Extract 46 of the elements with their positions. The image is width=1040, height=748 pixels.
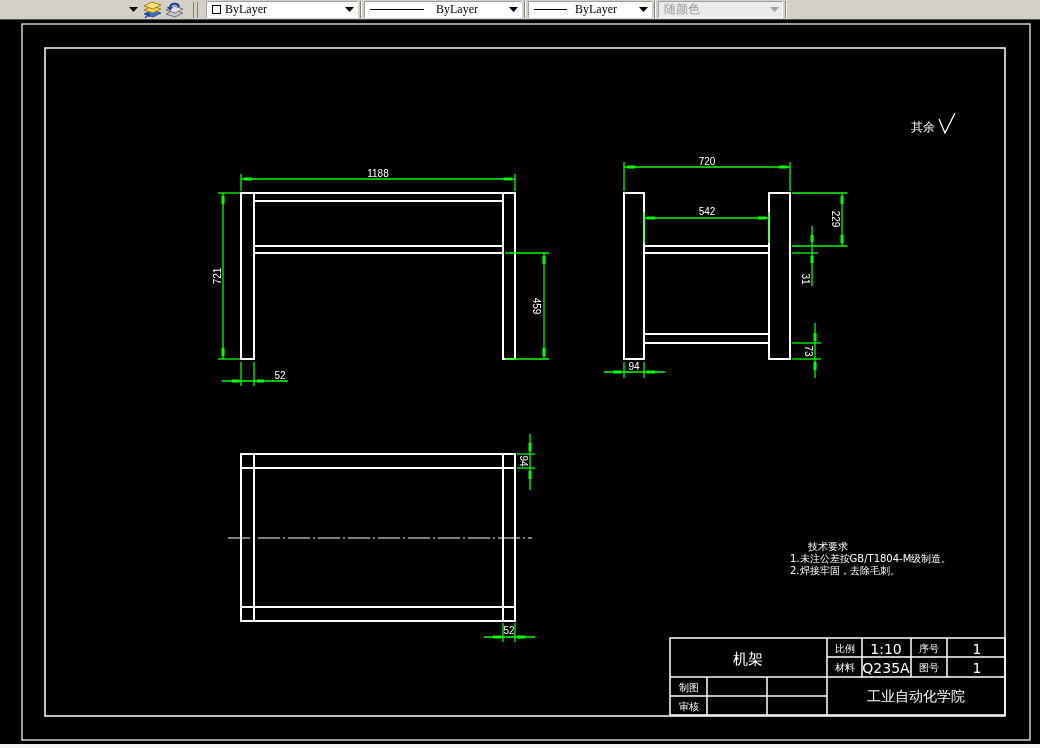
caret-icon <box>770 7 779 12</box>
lineweight-dropdown[interactable]: ByLayer <box>528 1 652 18</box>
dimension-value: 52 <box>503 625 515 636</box>
dimension-value: 229 <box>830 210 841 228</box>
dimension-value: 73 <box>803 345 814 357</box>
dimension-value: 721 <box>212 267 223 285</box>
field-value: 1 <box>972 660 982 676</box>
dimension-value: 94 <box>628 361 640 372</box>
line-sample-icon <box>534 9 567 10</box>
dimension-line <box>603 361 666 379</box>
dimension-value: 542 <box>698 206 716 217</box>
layers-back-icon[interactable] <box>165 0 184 19</box>
field-label: 图号 <box>919 662 939 673</box>
color-dropdown[interactable]: ByLayer <box>206 1 358 18</box>
dimension-value: 720 <box>698 156 716 167</box>
color-swatch-icon <box>212 5 221 14</box>
part-name: 机架 <box>733 650 763 668</box>
field-label: 材料 <box>835 662 855 673</box>
field-value: Q235A <box>862 660 910 676</box>
caret-icon <box>639 7 648 12</box>
field-value: 1:10 <box>870 641 902 657</box>
dimension-value: 1188 <box>367 168 389 179</box>
dimension-value: 459 <box>531 297 542 315</box>
dimension-line <box>791 322 822 379</box>
dimension-value: 52 <box>274 370 286 381</box>
dimension-value: 31 <box>800 273 811 285</box>
organization-name: 工业自动化学院 <box>867 688 965 704</box>
surface-roughness-icon <box>938 112 956 135</box>
dimension-value: 94 <box>518 455 529 467</box>
layers-icon[interactable] <box>143 0 162 19</box>
notes-title: 技术要求 <box>808 541 848 552</box>
dimension-line <box>483 622 536 643</box>
linetype-dropdown[interactable]: ByLayer <box>364 1 522 18</box>
caret-icon[interactable] <box>129 7 138 12</box>
note-line: 1.未注公差按GB/T1804-M级制造。 <box>790 553 952 564</box>
dimension-line <box>516 433 536 491</box>
field-label: 比例 <box>835 643 855 654</box>
approval-label: 制图 <box>679 682 699 693</box>
note-line: 2.焊接牢固，去除毛刺。 <box>790 565 900 576</box>
line-sample-icon <box>370 9 424 10</box>
caret-icon <box>345 7 354 12</box>
field-label: 序号 <box>919 643 939 654</box>
field-value: 1 <box>972 641 982 657</box>
roughness-label: 其余 <box>911 120 935 134</box>
caret-icon <box>509 7 518 12</box>
approval-label: 审核 <box>679 701 699 712</box>
